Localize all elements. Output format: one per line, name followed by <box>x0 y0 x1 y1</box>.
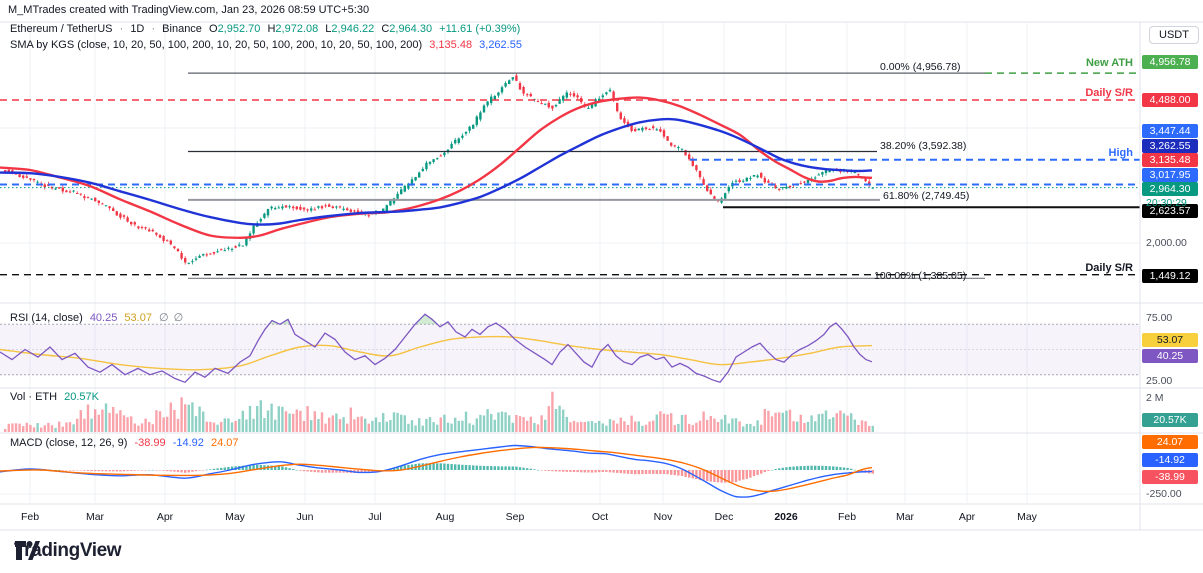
time-axis-label: Jun <box>296 511 314 523</box>
rsi-label[interactable]: RSI (14, close) <box>10 312 83 324</box>
level-name-label: High <box>1108 147 1133 159</box>
open-value: 2,952.70 <box>217 23 261 35</box>
time-axis-label: Jul <box>368 511 382 523</box>
level-name-label: Daily S/R <box>1085 262 1133 274</box>
macd-signal-value: 24.07 <box>210 437 239 449</box>
sma-indicator-legend[interactable]: SMA by KGS (close, 10, 20, 50, 100, 200,… <box>10 39 526 51</box>
interval-label[interactable]: 1D <box>130 23 144 35</box>
rsi-empty-value: ∅ <box>159 312 169 324</box>
time-axis-label: Feb <box>20 511 40 523</box>
time-axis-label: May <box>225 511 245 523</box>
currency-toggle-button[interactable]: USDT <box>1149 26 1199 44</box>
time-axis-label: Nov <box>653 511 673 523</box>
time-axis-label: Apr <box>156 511 174 523</box>
price-axis-badge: 20.57K <box>1142 413 1198 427</box>
legend-separator: · <box>151 23 156 35</box>
price-axis-badge: -38.99 <box>1142 470 1198 484</box>
price-axis-badge: 1,449.12 <box>1142 269 1198 283</box>
time-axis-label: May <box>1017 511 1037 523</box>
exchange-label[interactable]: Binance <box>162 23 202 35</box>
sma-red-value: 3,135.48 <box>429 39 473 51</box>
close-value: 2,964.30 <box>389 23 433 35</box>
macd-hist-value: -38.99 <box>134 437 166 449</box>
price-axis-badge: 24.07 <box>1142 435 1198 449</box>
price-axis-badge: 3,135.48 <box>1142 153 1198 167</box>
tradingview-logo-icon <box>15 541 40 560</box>
rsi-empty-value: ∅ <box>173 312 184 324</box>
change-value: +11.61 (+0.39%) <box>439 23 521 35</box>
price-axis-label[interactable]: 2,000.00 <box>1146 237 1187 249</box>
time-axis-label: Dec <box>714 511 734 523</box>
time-axis-label: Feb <box>837 511 857 523</box>
macd-label[interactable]: MACD (close, 12, 26, 9) <box>10 437 127 449</box>
volume-label[interactable]: Vol · ETH <box>10 391 57 403</box>
price-axis-badge: 4,956.78 <box>1142 55 1198 69</box>
fib-level-label: 38.20% (3,592.38) <box>880 140 967 152</box>
rsi-legend[interactable]: RSI (14, close) 40.25 53.07 ∅ ∅ <box>10 311 187 324</box>
high-value: 2,972.08 <box>275 23 319 35</box>
time-axis-label: Oct <box>591 511 609 523</box>
low-value: 2,946.22 <box>331 23 375 35</box>
sma-blue-value: 3,262.55 <box>479 39 522 51</box>
level-name-label: Daily S/R <box>1085 87 1133 99</box>
price-axis-badge: 4,488.00 <box>1142 93 1198 107</box>
price-axis-badge: 2,964.30 <box>1142 182 1198 196</box>
price-axis-label[interactable]: 2 M <box>1146 392 1164 404</box>
rsi-main-value: 40.25 <box>89 312 118 324</box>
time-axis-label: Aug <box>435 511 455 523</box>
macd-legend[interactable]: MACD (close, 12, 26, 9) -38.99 -14.92 24… <box>10 437 243 449</box>
symbol-name[interactable]: Ethereum / TetherUS <box>10 23 113 35</box>
watermark-title: M_MTrades created with TradingView.com, … <box>8 4 370 16</box>
price-axis-badge: -14.92 <box>1142 453 1198 467</box>
price-axis-label[interactable]: 25.00 <box>1146 375 1172 387</box>
price-axis-badge: 53.07 <box>1142 333 1198 347</box>
time-axis-label: Mar <box>895 511 915 523</box>
legend-separator: · <box>119 23 124 35</box>
price-axis-badge: 3,447.44 <box>1142 124 1198 138</box>
price-axis-label[interactable]: -250.00 <box>1146 488 1182 500</box>
countdown-timer: 20:30:29 <box>1146 197 1187 209</box>
fib-level-label: 61.80% (2,749.45) <box>883 190 970 202</box>
price-axis-badge: 3,262.55 <box>1142 139 1198 153</box>
time-axis-label: Sep <box>505 511 525 523</box>
chart-canvas[interactable] <box>0 0 1203 573</box>
time-axis-label: Apr <box>958 511 976 523</box>
tradingview-chart-window: M_MTrades created with TradingView.com, … <box>0 0 1203 573</box>
level-name-label: New ATH <box>1085 57 1133 69</box>
macd-line-value: -14.92 <box>172 437 204 449</box>
tradingview-logo[interactable]: TradingView <box>14 540 122 562</box>
fib-level-label: 0.00% (4,956.78) <box>880 61 961 73</box>
time-axis-label: 2026 <box>774 511 798 523</box>
rsi-ma-value: 53.07 <box>124 312 152 324</box>
price-axis-label[interactable]: 75.00 <box>1146 312 1172 324</box>
sma-label[interactable]: SMA by KGS (close, 10, 20, 50, 100, 200,… <box>10 39 422 51</box>
time-axis-label: Mar <box>85 511 105 523</box>
symbol-legend[interactable]: Ethereum / TetherUS · 1D · Binance O2,95… <box>10 23 524 35</box>
price-axis-badge: 40.25 <box>1142 349 1198 363</box>
open-label: O <box>209 23 218 35</box>
price-axis-badge: 3,017.95 <box>1142 168 1198 182</box>
volume-legend[interactable]: Vol · ETH 20.57K <box>10 391 103 403</box>
fib-level-label: 100.00% (1,385.05) <box>874 270 967 282</box>
volume-value: 20.57K <box>64 391 100 403</box>
